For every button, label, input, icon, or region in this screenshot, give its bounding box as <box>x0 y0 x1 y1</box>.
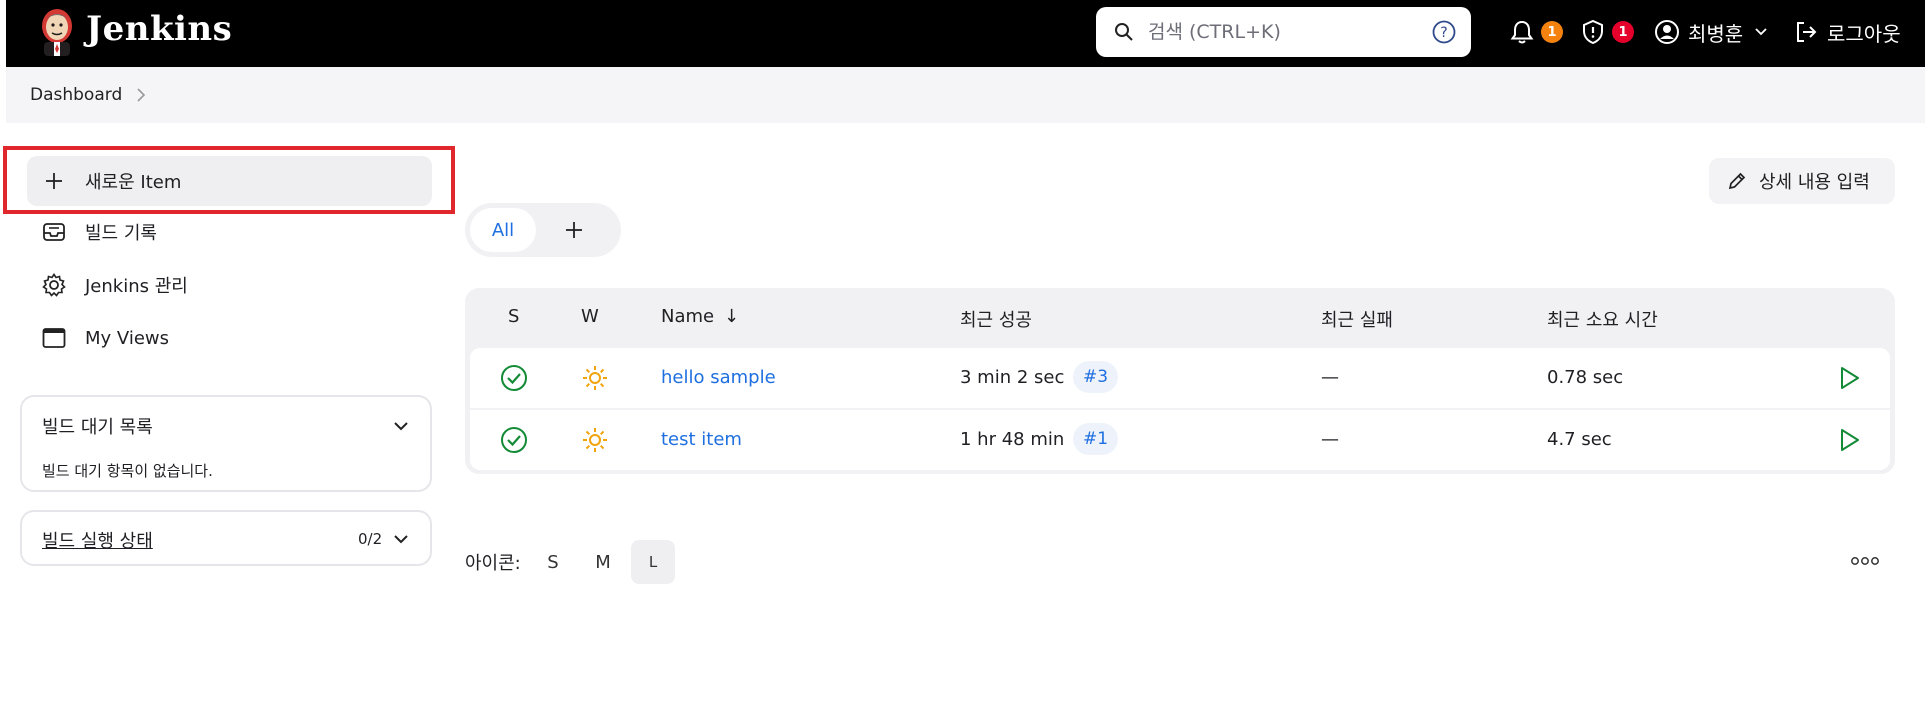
column-header-last-success[interactable]: 최근 성공 <box>960 306 1032 332</box>
table-row: test item 1 hr 48 min #1 — 4.7 sec <box>470 410 1890 470</box>
last-success-time: 1 hr 48 min <box>960 429 1065 450</box>
search-input[interactable] <box>1148 15 1408 49</box>
sidebar-item-new-item[interactable]: 새로운 Item <box>27 156 432 206</box>
gear-icon <box>42 273 66 297</box>
sidebar-item-label: 새로운 Item <box>85 172 182 193</box>
job-name-link[interactable]: test item <box>661 429 742 450</box>
column-header-status[interactable]: S <box>508 306 519 327</box>
build-number-link[interactable]: #3 <box>1073 361 1119 393</box>
user-menu[interactable]: 최병훈 <box>1654 14 1769 50</box>
build-executor-title[interactable]: 빌드 실행 상태 <box>42 527 153 553</box>
icon-size-m-button[interactable]: M <box>581 540 625 584</box>
chevron-down-icon[interactable] <box>392 417 410 435</box>
breadcrumb: Dashboard <box>6 67 1925 123</box>
last-success-time: 3 min 2 sec <box>960 367 1065 388</box>
bell-icon <box>1510 20 1534 44</box>
build-executor-panel: 빌드 실행 상태 0/2 <box>20 510 432 566</box>
plus-icon <box>46 173 62 189</box>
icon-size-l-button[interactable]: L <box>631 540 675 584</box>
last-duration-value: 0.78 sec <box>1547 367 1624 388</box>
sunny-weather-icon <box>583 366 607 390</box>
sidebar-item-label: Jenkins 관리 <box>85 276 188 297</box>
jenkins-logo-icon[interactable] <box>36 6 78 58</box>
logout-button[interactable]: 로그아웃 <box>1793 14 1901 50</box>
job-name-link[interactable]: hello sample <box>661 367 776 388</box>
success-status-icon <box>501 365 527 391</box>
jobs-table: S W Name ↓ 최근 성공 최근 실패 최근 소요 시간 hello sa… <box>465 288 1895 474</box>
sidebar-item-my-views[interactable]: My Views <box>27 313 432 363</box>
logout-icon <box>1797 22 1817 42</box>
executor-count: 0/2 <box>358 530 383 548</box>
view-tabs: All <box>465 203 621 257</box>
user-icon <box>1655 20 1679 44</box>
build-queue-panel: 빌드 대기 목록 빌드 대기 항목이 없습니다. <box>20 395 432 492</box>
notification-count-badge: 1 <box>1541 21 1563 43</box>
help-icon[interactable]: ? <box>1432 20 1456 44</box>
column-header-last-duration[interactable]: 최근 소요 시간 <box>1547 306 1658 332</box>
last-failure-value: — <box>1321 429 1339 450</box>
logout-label: 로그아웃 <box>1827 21 1901 46</box>
notifications-button[interactable]: 1 <box>1509 14 1563 50</box>
sidebar-item-build-history[interactable]: 빌드 기록 <box>27 207 432 257</box>
inbox-icon <box>43 223 65 241</box>
edit-description-button[interactable]: 상세 내용 입력 <box>1709 158 1895 204</box>
user-name: 최병훈 <box>1688 21 1744 46</box>
search-box[interactable]: ? <box>1096 7 1471 57</box>
chevron-down-icon[interactable] <box>392 530 410 548</box>
table-row: hello sample 3 min 2 sec #3 — 0.78 sec <box>470 348 1890 408</box>
sort-arrow-icon[interactable]: ↓ <box>724 306 739 327</box>
icon-size-label: 아이콘: <box>465 553 521 574</box>
column-header-name[interactable]: Name <box>661 306 714 327</box>
search-icon <box>1115 23 1133 41</box>
shield-alert-icon <box>1583 19 1603 45</box>
chevron-down-icon <box>1755 28 1767 36</box>
sidebar-item-manage-jenkins[interactable]: Jenkins 관리 <box>27 260 432 310</box>
pencil-icon <box>1728 172 1746 190</box>
top-bar: Jenkins ? 1 1 최병훈 <box>6 0 1925 67</box>
build-queue-empty-text: 빌드 대기 항목이 없습니다. <box>42 462 213 480</box>
breadcrumb-dashboard[interactable]: Dashboard <box>30 85 122 105</box>
success-status-icon <box>501 427 527 453</box>
svg-text:?: ? <box>1440 25 1447 41</box>
sidebar-item-label: My Views <box>85 327 169 349</box>
play-icon[interactable] <box>1836 427 1862 453</box>
brand-title[interactable]: Jenkins <box>86 9 232 49</box>
build-queue-title[interactable]: 빌드 대기 목록 <box>42 413 153 439</box>
sidebar-item-label: 빌드 기록 <box>85 223 157 244</box>
edit-description-label: 상세 내용 입력 <box>1759 172 1870 193</box>
sunny-weather-icon <box>583 428 607 452</box>
security-count-badge: 1 <box>1612 21 1634 43</box>
column-header-last-failure[interactable]: 최근 실패 <box>1321 306 1393 332</box>
window-icon <box>42 328 66 348</box>
legend-more-icon[interactable] <box>1850 551 1880 571</box>
tab-all[interactable]: All <box>470 208 536 252</box>
play-icon[interactable] <box>1836 365 1862 391</box>
last-duration-value: 4.7 sec <box>1547 429 1612 450</box>
icon-size-s-button[interactable]: S <box>531 540 575 584</box>
security-button[interactable]: 1 <box>1580 14 1634 50</box>
chevron-right-icon[interactable] <box>134 86 148 104</box>
column-header-weather[interactable]: W <box>581 306 599 327</box>
build-number-link[interactable]: #1 <box>1073 423 1119 455</box>
last-failure-value: — <box>1321 367 1339 388</box>
add-view-icon[interactable] <box>562 218 586 242</box>
